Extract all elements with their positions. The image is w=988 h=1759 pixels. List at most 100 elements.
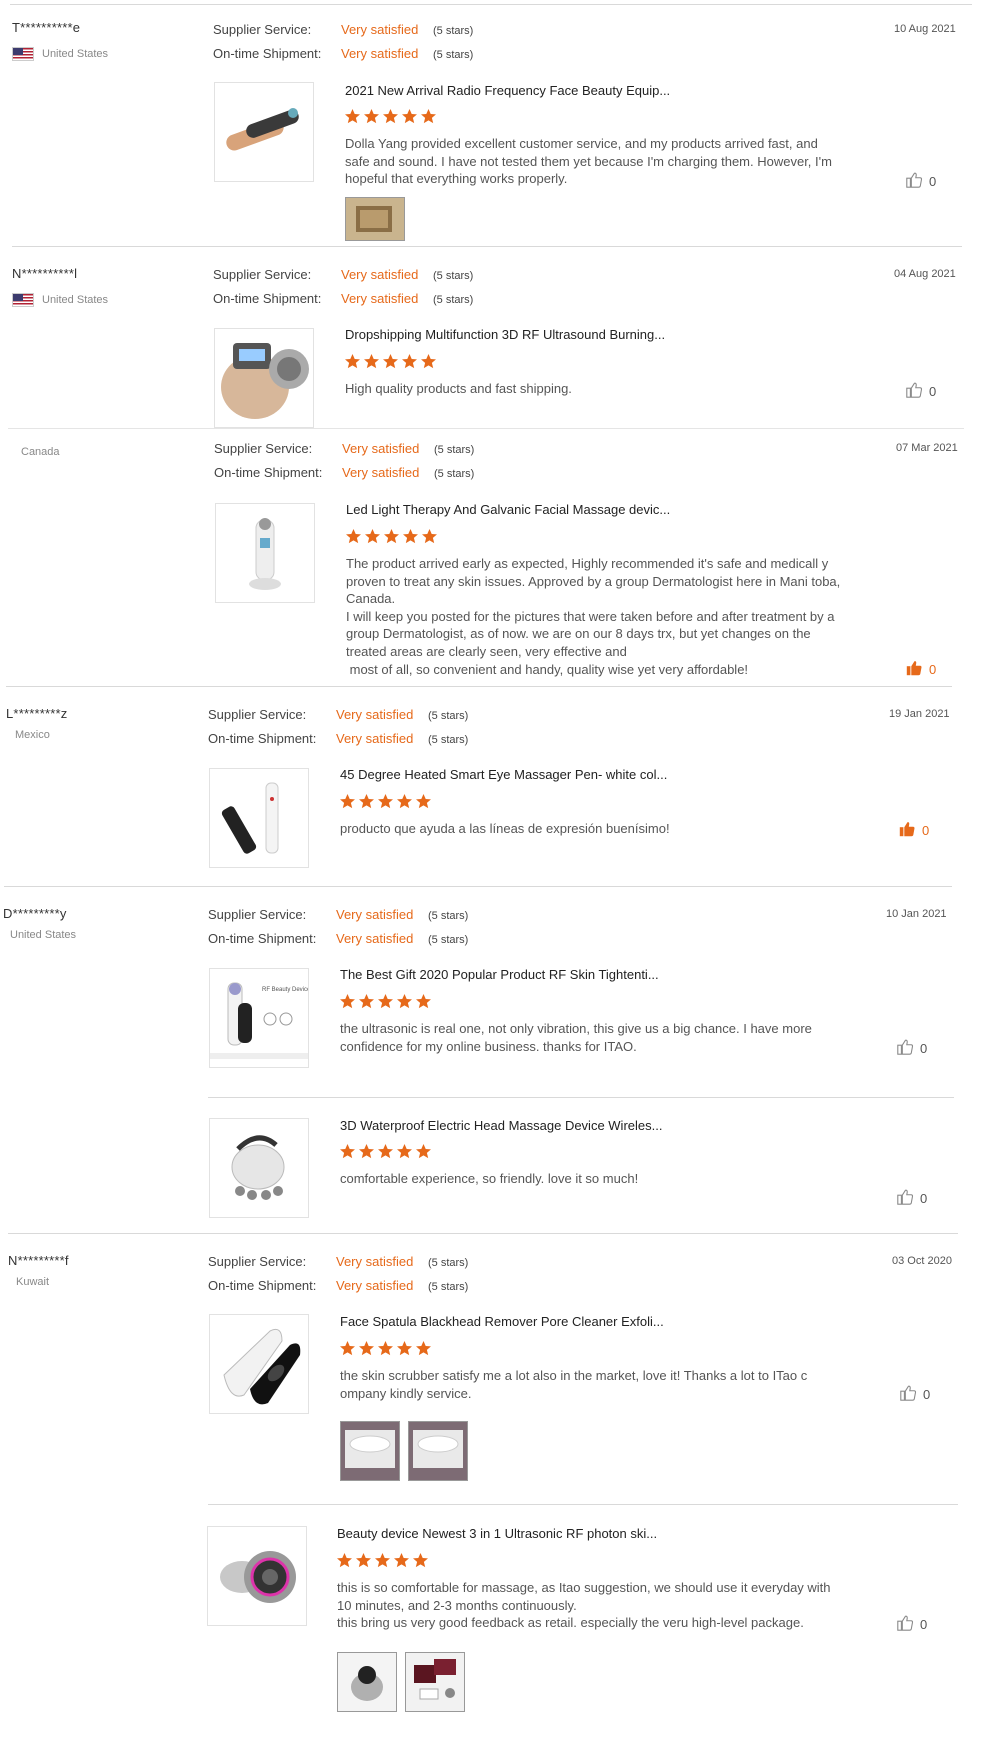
rating-stars: (5 stars): [434, 444, 475, 456]
rating-label: On-time Shipment:: [208, 731, 317, 746]
rating-stars: (5 stars): [433, 294, 474, 306]
rating-stars: (5 stars): [428, 934, 469, 946]
star-icon: [416, 1341, 431, 1356]
star-icon: [378, 1144, 393, 1159]
product-title[interactable]: Led Light Therapy And Galvanic Facial Ma…: [346, 502, 670, 517]
product-thumbnail[interactable]: [209, 1118, 309, 1218]
star-icon: [416, 794, 431, 809]
star-icon: [340, 994, 355, 1009]
thumbs-up-icon: [905, 171, 923, 192]
rating-label: Supplier Service:: [208, 907, 307, 922]
star-icon: [345, 109, 360, 124]
star-icon: [340, 1341, 355, 1356]
helpful-button[interactable]: 0: [905, 659, 936, 680]
helpful-button[interactable]: 0: [896, 1188, 927, 1209]
buyer-country: United States: [12, 47, 108, 61]
product-title[interactable]: 2021 New Arrival Radio Frequency Face Be…: [345, 83, 670, 98]
device-image: [220, 1551, 296, 1603]
review-photo[interactable]: [337, 1652, 397, 1712]
photo-image: [341, 1422, 399, 1480]
buyer-name: L*********z: [6, 706, 68, 721]
review-date: 10 Aug 2021: [894, 23, 956, 35]
star-icon: [421, 109, 436, 124]
thumbs-up-icon: [898, 820, 916, 841]
helpful-button[interactable]: 0: [896, 1038, 927, 1059]
product-thumbnail[interactable]: [214, 328, 314, 428]
star-icon: [383, 354, 398, 369]
star-icon: [378, 794, 393, 809]
review-photo[interactable]: [405, 1652, 465, 1712]
rating-value: Very satisfied: [336, 907, 414, 922]
helpful-count: 0: [929, 384, 937, 399]
review-photo[interactable]: [340, 1421, 400, 1481]
review-divider: [8, 428, 964, 429]
star-icon: [416, 1144, 431, 1159]
buyer-name: N*********f: [8, 1253, 69, 1268]
helpful-count: 0: [920, 1191, 928, 1206]
product-rating-stars: [339, 1340, 432, 1357]
device-image: [223, 1328, 301, 1405]
helpful-button[interactable]: 0: [896, 1614, 927, 1635]
review-divider: [4, 886, 952, 887]
helpful-button[interactable]: 0: [899, 1384, 930, 1405]
star-icon: [359, 794, 374, 809]
helpful-button[interactable]: 0: [905, 381, 936, 402]
product-thumbnail[interactable]: [207, 1526, 307, 1626]
rating-stars: (5 stars): [428, 1281, 469, 1293]
review-photo[interactable]: [345, 197, 405, 241]
product-thumbnail[interactable]: [215, 503, 315, 603]
rating-label: Supplier Service:: [208, 1254, 307, 1269]
buyer-name: T**********e: [12, 20, 81, 35]
rating-stars: (5 stars): [428, 910, 469, 922]
star-icon: [397, 994, 412, 1009]
buyer-country: United States: [10, 929, 76, 941]
supplier-service-rating: Supplier Service: Very satisfied (5 star…: [214, 441, 474, 456]
product-title[interactable]: The Best Gift 2020 Popular Product RF Sk…: [340, 967, 659, 982]
star-icon: [359, 994, 374, 1009]
product-title[interactable]: Face Spatula Blackhead Remover Pore Clea…: [340, 1314, 664, 1329]
supplier-service-rating: Supplier Service: Very satisfied (5 star…: [213, 22, 473, 37]
device-image: [221, 782, 279, 854]
product-thumbnail[interactable]: [209, 1314, 309, 1414]
rating-value: Very satisfied: [336, 1278, 414, 1293]
supplier-service-rating: Supplier Service: Very satisfied (5 star…: [208, 907, 468, 922]
rating-value: Very satisfied: [342, 465, 420, 480]
shipment-rating: On-time Shipment: Very satisfied (5 star…: [213, 291, 473, 306]
product-title[interactable]: 45 Degree Heated Smart Eye Massager Pen-…: [340, 767, 667, 782]
product-rating-stars: [339, 793, 432, 810]
helpful-button[interactable]: 0: [898, 820, 929, 841]
photo-image: [338, 1653, 396, 1711]
rating-label: On-time Shipment:: [208, 931, 317, 946]
us-flag-icon: [12, 293, 34, 307]
review-date: 10 Jan 2021: [886, 908, 947, 920]
supplier-service-rating: Supplier Service: Very satisfied (5 star…: [208, 1254, 468, 1269]
product-thumbnail[interactable]: [214, 82, 314, 182]
helpful-count: 0: [922, 823, 930, 838]
item-divider: [208, 1504, 958, 1505]
star-icon: [340, 794, 355, 809]
product-title[interactable]: 3D Waterproof Electric Head Massage Devi…: [340, 1118, 662, 1133]
product-title[interactable]: Beauty device Newest 3 in 1 Ultrasonic R…: [337, 1526, 657, 1541]
review-comment: The product arrived early as expected, H…: [346, 556, 841, 677]
review-comment: High quality products and fast shipping.: [345, 381, 572, 396]
star-icon: [337, 1553, 352, 1568]
review-date: 04 Aug 2021: [894, 268, 956, 280]
svg-text:RF Beauty Device: RF Beauty Device: [262, 987, 308, 993]
product-thumbnail[interactable]: RF Beauty Device: [209, 968, 309, 1068]
star-icon: [359, 1144, 374, 1159]
helpful-count: 0: [920, 1041, 928, 1056]
product-thumbnail[interactable]: [209, 768, 309, 868]
shipment-rating: On-time Shipment: Very satisfied (5 star…: [208, 731, 468, 746]
review-photo[interactable]: [408, 1421, 468, 1481]
us-flag-icon: [12, 47, 34, 61]
product-title[interactable]: Dropshipping Multifunction 3D RF Ultraso…: [345, 327, 665, 342]
country-label: Canada: [21, 446, 60, 458]
review-comment: producto que ayuda a las líneas de expre…: [340, 821, 670, 836]
buyer-country: Kuwait: [16, 1276, 49, 1288]
device-image: [226, 108, 299, 151]
helpful-button[interactable]: 0: [905, 171, 936, 192]
star-icon: [402, 354, 417, 369]
star-icon: [340, 1144, 355, 1159]
buyer-country: United States: [12, 293, 108, 307]
product-rating-stars: [344, 108, 437, 125]
